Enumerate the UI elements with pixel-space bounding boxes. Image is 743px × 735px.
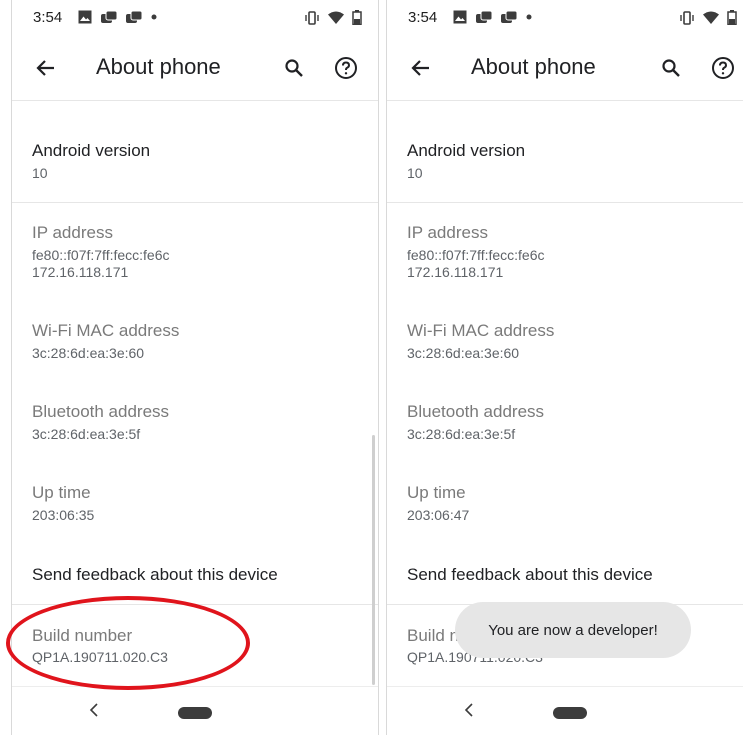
chevron-left-icon bbox=[89, 703, 99, 717]
list-item-up-time[interactable]: Up time 203:06:35 bbox=[12, 463, 378, 545]
status-time: 3:54 bbox=[408, 9, 438, 26]
system-icons bbox=[679, 10, 737, 25]
item-title: Up time bbox=[32, 483, 91, 502]
item-summary: 3c:28:6d:ea:3e:60 bbox=[32, 345, 145, 361]
status-bar: 3:54 bbox=[387, 0, 743, 36]
back-button[interactable] bbox=[407, 54, 435, 82]
item-title: Build number bbox=[32, 626, 133, 645]
search-button[interactable] bbox=[657, 54, 685, 82]
item-title: IP address bbox=[32, 223, 113, 242]
item-title: Android version bbox=[32, 141, 151, 160]
game-notification-icon bbox=[476, 10, 492, 24]
list-item-bluetooth-address[interactable]: Bluetooth address 3c:28:6d:ea:3e:5f bbox=[387, 382, 743, 462]
item-summary: 3c:28:6d:ea:3e:60 bbox=[407, 345, 520, 361]
item-summary: 172.16.118.171 bbox=[407, 264, 504, 280]
item-title: Bluetooth address bbox=[32, 402, 170, 421]
game-notification-icon bbox=[126, 10, 142, 24]
arrow-back-icon bbox=[36, 58, 56, 78]
list-item-up-time[interactable]: Up time 203:06:47 bbox=[387, 463, 743, 545]
list-item-ip-address[interactable]: IP address fe80::f07f:7ff:fecc:fe6c 172.… bbox=[387, 203, 743, 299]
vibrate-icon bbox=[679, 10, 695, 25]
item-title: Wi-Fi MAC address bbox=[32, 321, 180, 340]
scrollbar[interactable] bbox=[372, 435, 375, 685]
item-title: Android version bbox=[407, 141, 526, 160]
back-button[interactable] bbox=[32, 54, 60, 82]
search-icon bbox=[284, 58, 304, 78]
nav-back-button[interactable] bbox=[459, 700, 479, 720]
notification-icons bbox=[453, 10, 532, 24]
list-item-bluetooth-address[interactable]: Bluetooth address 3c:28:6d:ea:3e:5f bbox=[12, 382, 378, 462]
navigation-bar bbox=[387, 686, 743, 735]
developer-toast: You are now a developer! bbox=[455, 602, 691, 658]
item-title: Wi-Fi MAC address bbox=[407, 321, 555, 340]
help-icon bbox=[711, 56, 735, 80]
wifi-icon bbox=[703, 11, 719, 24]
game-notification-icon bbox=[101, 10, 117, 24]
list-item-android-version[interactable]: Android version 10 bbox=[12, 101, 378, 202]
item-summary: fe80::f07f:7ff:fecc:fe6c bbox=[32, 247, 170, 263]
item-summary: 3c:28:6d:ea:3e:5f bbox=[407, 426, 516, 442]
list-item-wifi-mac[interactable]: Wi-Fi MAC address 3c:28:6d:ea:3e:60 bbox=[12, 301, 378, 381]
chevron-left-icon bbox=[464, 703, 474, 717]
app-bar: About phone bbox=[387, 36, 743, 101]
item-summary: 3c:28:6d:ea:3e:5f bbox=[32, 426, 141, 442]
status-time: 3:54 bbox=[33, 9, 63, 26]
item-title: Bluetooth address bbox=[407, 402, 545, 421]
dot-icon bbox=[151, 14, 157, 20]
battery-icon bbox=[727, 10, 737, 25]
help-button[interactable] bbox=[332, 54, 360, 82]
game-notification-icon bbox=[501, 10, 517, 24]
battery-icon bbox=[352, 10, 362, 25]
help-button[interactable] bbox=[709, 54, 737, 82]
list-item-android-version[interactable]: Android version 10 bbox=[387, 101, 743, 202]
arrow-back-icon bbox=[411, 58, 431, 78]
list-item-ip-address[interactable]: IP address fe80::f07f:7ff:fecc:fe6c 172.… bbox=[12, 203, 378, 299]
help-icon bbox=[334, 56, 358, 80]
nav-back-button[interactable] bbox=[84, 700, 104, 720]
search-button[interactable] bbox=[280, 54, 308, 82]
notification-icons bbox=[78, 10, 157, 24]
item-title: Send feedback about this device bbox=[32, 565, 278, 584]
item-summary: QP1A.190711.020.C3 bbox=[32, 649, 168, 665]
system-icons bbox=[304, 10, 362, 25]
image-notification-icon bbox=[78, 10, 92, 24]
home-pill[interactable] bbox=[178, 707, 212, 719]
page-title: About phone bbox=[471, 54, 596, 79]
item-summary: fe80::f07f:7ff:fecc:fe6c bbox=[407, 247, 545, 263]
app-bar: About phone bbox=[12, 36, 378, 101]
phone-screen-left: 3:54 About phone Android version 10 IP a… bbox=[11, 0, 379, 735]
item-title: IP address bbox=[407, 223, 488, 242]
list-item-send-feedback[interactable]: Send feedback about this device bbox=[387, 545, 743, 603]
item-title: Up time bbox=[407, 483, 466, 502]
item-summary: 203:06:35 bbox=[32, 507, 95, 523]
item-title: Send feedback about this device bbox=[407, 565, 653, 584]
item-summary: 10 bbox=[32, 165, 48, 181]
list-item-wifi-mac[interactable]: Wi-Fi MAC address 3c:28:6d:ea:3e:60 bbox=[387, 301, 743, 381]
phone-screen-right: 3:54 About phone Android version 10 IP a… bbox=[386, 0, 743, 735]
item-summary: 172.16.118.171 bbox=[32, 264, 129, 280]
navigation-bar bbox=[12, 686, 378, 735]
status-bar: 3:54 bbox=[12, 0, 378, 36]
page-title: About phone bbox=[96, 54, 221, 79]
search-icon bbox=[661, 58, 681, 78]
vibrate-icon bbox=[304, 10, 320, 25]
image-notification-icon bbox=[453, 10, 467, 24]
wifi-icon bbox=[328, 11, 344, 24]
item-summary: 10 bbox=[407, 165, 423, 181]
dot-icon bbox=[526, 14, 532, 20]
home-pill[interactable] bbox=[553, 707, 587, 719]
list-item-send-feedback[interactable]: Send feedback about this device bbox=[12, 545, 378, 603]
item-summary: 203:06:47 bbox=[407, 507, 470, 523]
list-item-build-number[interactable]: Build number QP1A.190711.020.C3 bbox=[12, 605, 378, 685]
